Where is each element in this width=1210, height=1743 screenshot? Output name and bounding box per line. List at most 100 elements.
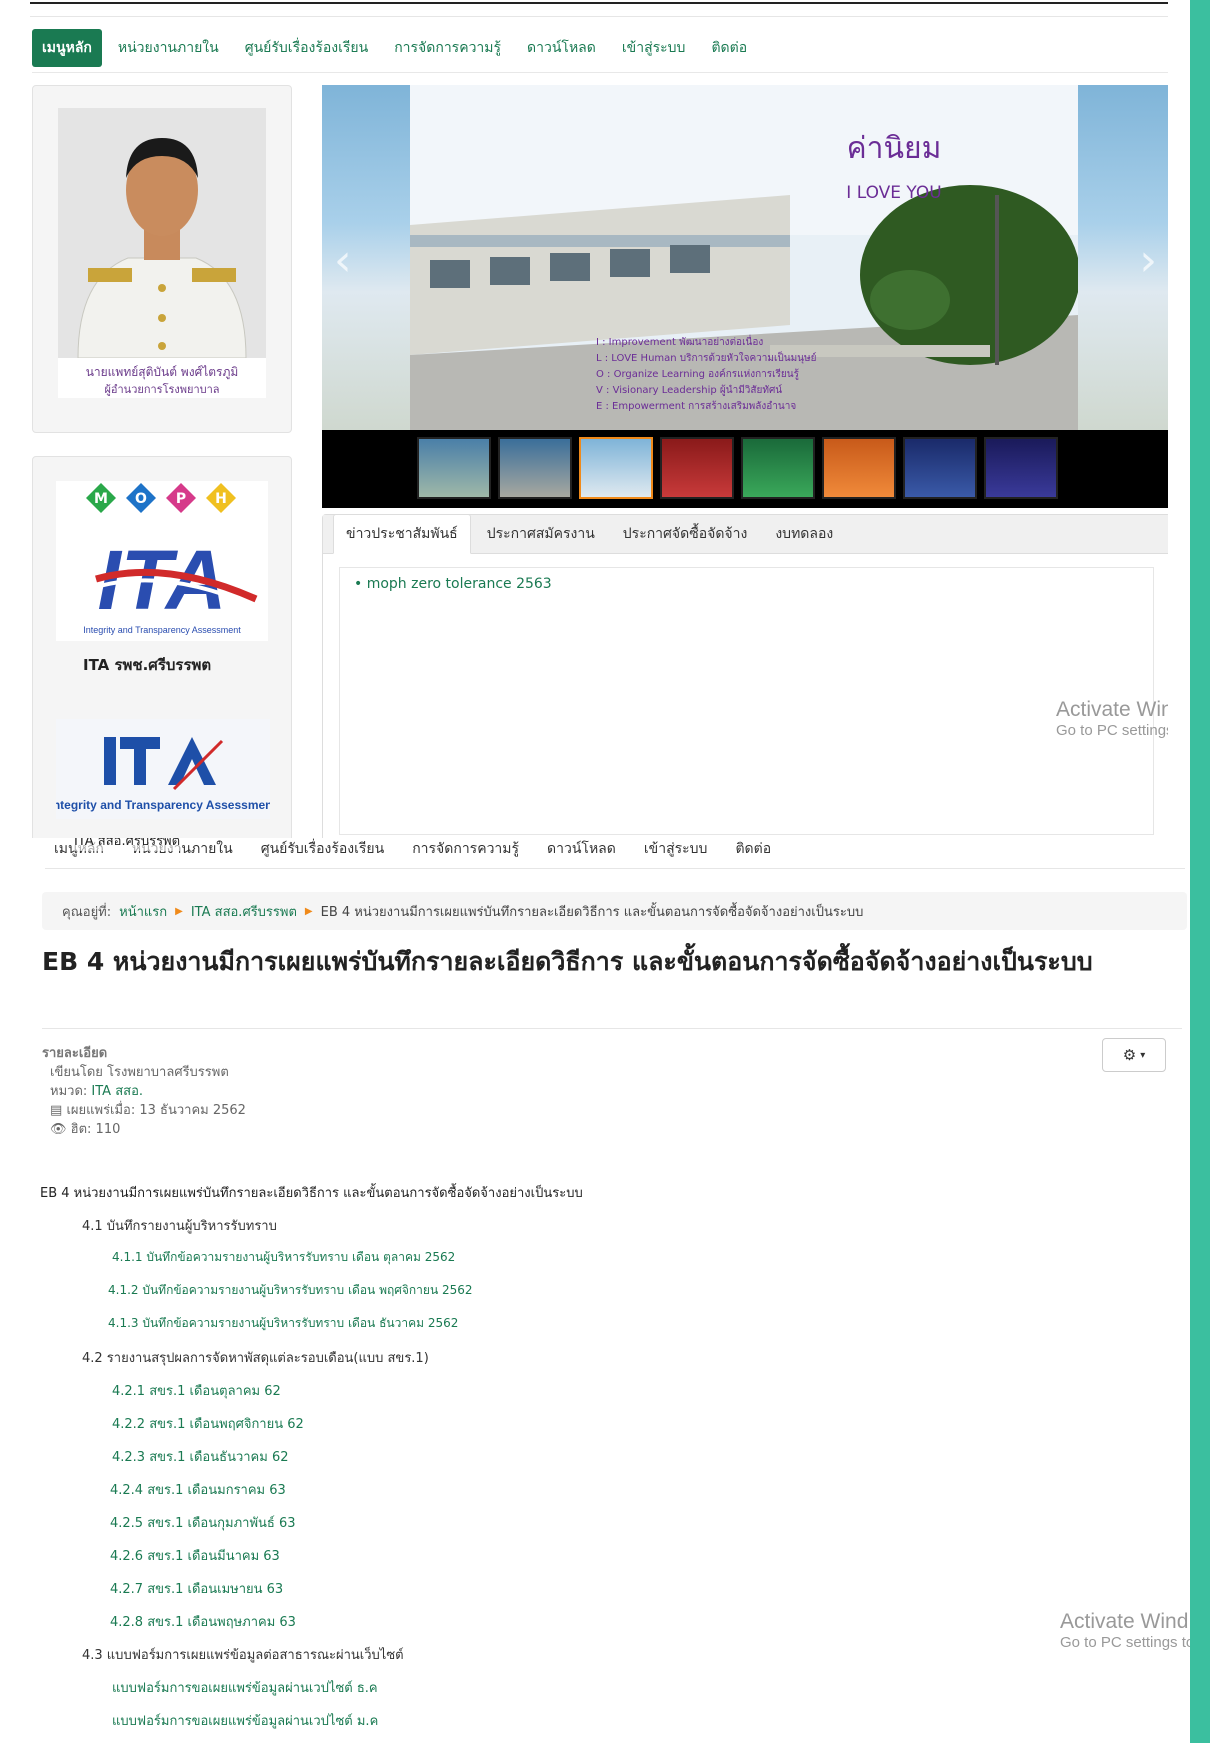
nav-item-download[interactable]: ดาวน์โหลด bbox=[517, 29, 606, 67]
article-page-section: เมนูหลัก หน่วยงานภายใน ศูนย์รับเรื่องร้อ… bbox=[10, 838, 1190, 1743]
outline-link[interactable]: 4.2.8 สขร.1 เดือนพฤษภาคม 63 bbox=[110, 1611, 296, 1632]
news-list-item[interactable]: • moph zero tolerance 2563 bbox=[354, 576, 552, 592]
nav-item-knowledge[interactable]: การจัดการความรู้ bbox=[384, 29, 511, 67]
outline-link[interactable]: 4.2.7 สขร.1 เดือนเมษายน 63 bbox=[110, 1578, 283, 1599]
outline-link[interactable]: แบบฟอร์มการขอเผยแพร่ข้อมูลผ่านเวปไซต์ ธ.… bbox=[112, 1677, 378, 1698]
carousel-thumbnail[interactable] bbox=[741, 437, 815, 499]
nav-item-complaints[interactable]: ศูนย์รับเรื่องร้องเรียน bbox=[235, 29, 378, 67]
ita-rpc-label[interactable]: ITA รพช.ศรีบรรพต bbox=[83, 653, 211, 677]
nav-item-login[interactable]: เข้าสู่ระบบ bbox=[612, 29, 696, 67]
published-line: ▤ เผยแพร่เมื่อ: 13 ธันวาคม 2562 bbox=[42, 1101, 246, 1120]
director-panel: นายแพทย์สุติบันต์ พงศ์ไตรภูมิ ผู้อำนวยกา… bbox=[32, 85, 292, 433]
core-value-v: V : Visionary Leadership ผู้นำมีวิสัยทัศ… bbox=[596, 385, 783, 396]
breadcrumb-category[interactable]: ITA สสอ.ศรีบรรพต bbox=[191, 901, 297, 922]
author-line: เขียนโดย โรงพยาบาลศรีบรรพต bbox=[50, 1065, 229, 1080]
carousel-thumbnail-active[interactable] bbox=[579, 437, 653, 499]
ita-tagline-1: Integrity and Transparency Assessment bbox=[83, 625, 241, 635]
chevron-right-icon[interactable]: › bbox=[1139, 235, 1157, 286]
nav2-item-login[interactable]: เข้าสู่ระบบ bbox=[644, 838, 708, 860]
breadcrumb-label: คุณอยู่ที่: bbox=[62, 904, 112, 920]
outline-section-4-3: 4.3 แบบฟอร์มการเผยแพร่ข้อมูลต่อสาธารณะผ่… bbox=[82, 1648, 404, 1663]
activate-windows-watermark: Activate Wind Go to PC settings to bbox=[1060, 1610, 1190, 1651]
breadcrumb-arrow-icon: ▶ bbox=[175, 905, 183, 917]
breadcrumb: คุณอยู่ที่: หน้าแรก ▶ ITA สสอ.ศรีบรรพต ▶… bbox=[42, 892, 1187, 930]
category-line: หมวด: ITA สสอ. bbox=[42, 1082, 246, 1101]
news-link[interactable]: moph zero tolerance 2563 bbox=[367, 576, 552, 592]
outline-link[interactable]: 4.2.5 สขร.1 เดือนกุมภาพันธ์ 63 bbox=[110, 1512, 296, 1533]
director-title: ผู้อำนวยการโรงพยาบาล bbox=[104, 383, 220, 396]
calendar-icon: ▤ bbox=[50, 1103, 63, 1118]
moph-letter-p: P bbox=[176, 491, 186, 507]
moph-ita-logo-image: M O P H ITA Integrity and Transparency A… bbox=[83, 483, 258, 635]
ita-links-panel: M O P H ITA Integrity and Transparency A… bbox=[32, 456, 292, 838]
ita-tagline-2: Integrity and Transparency Assessment bbox=[56, 798, 270, 812]
watermark-line1: Activate Wind bbox=[1060, 1610, 1189, 1633]
outline-link[interactable]: 4.2.6 สขร.1 เดือนมีนาคม 63 bbox=[110, 1545, 280, 1566]
breadcrumb-current: EB 4 หน่วยงานมีการเผยแพร่บันทึกรายละเอีย… bbox=[320, 904, 864, 920]
eye-icon: 👁 bbox=[50, 1122, 67, 1137]
moph-letter-m: M bbox=[94, 491, 108, 507]
chevron-left-icon[interactable]: ‹ bbox=[334, 235, 352, 286]
core-value-o: O : Organize Learning องค์กรแห่งการเรียน… bbox=[596, 369, 799, 380]
activate-windows-watermark: Activate Wind Go to PC settings to bbox=[1056, 698, 1168, 739]
nav-item-main-menu[interactable]: เมนูหลัก bbox=[32, 29, 102, 67]
moph-letter-h: H bbox=[215, 491, 227, 507]
page-title: EB 4 หน่วยงานมีการเผยแพร่บันทึกรายละเอีย… bbox=[42, 947, 1093, 976]
carousel-thumbnail[interactable] bbox=[498, 437, 572, 499]
nav2-item-knowledge[interactable]: การจัดการความรู้ bbox=[412, 838, 519, 860]
tab-procurement[interactable]: ประกาศจัดซื้อจัดจ้าง bbox=[611, 515, 760, 553]
carousel-active-slide: ค่านิยม I LOVE YOU I : Improvement พัฒนา… bbox=[410, 85, 1078, 430]
nav-item-internal-units[interactable]: หน่วยงานภายใน bbox=[108, 29, 229, 67]
ita-rpc-logo-link[interactable]: M O P H ITA Integrity and Transparency A… bbox=[56, 481, 268, 641]
details-label: รายละเอียด bbox=[42, 1046, 108, 1061]
carousel-thumbnail[interactable] bbox=[822, 437, 896, 499]
watermark-line1: Activate Wind bbox=[1056, 698, 1168, 721]
slide-subtitle: I LOVE YOU bbox=[846, 183, 942, 203]
carousel-thumbnails bbox=[417, 437, 1058, 499]
outline-link[interactable]: 4.2.4 สขร.1 เดือนมกราคม 63 bbox=[110, 1479, 286, 1500]
home-page-section: เมนูหลัก หน่วยงานภายใน ศูนย์รับเรื่องร้อ… bbox=[10, 0, 1168, 838]
slide-title: ค่านิยม bbox=[846, 131, 942, 166]
hits-line: 👁 ฮิต: 110 bbox=[42, 1120, 246, 1139]
hits-count: ฮิต: 110 bbox=[70, 1122, 121, 1137]
nav2-item-contact[interactable]: ติดต่อ bbox=[735, 838, 771, 860]
outline-link[interactable]: 4.2.1 สขร.1 เดือนตุลาคม 62 bbox=[112, 1380, 281, 1401]
outline-link[interactable]: 4.1.2 บันทึกข้อความรายงานผู้บริหารรับทรา… bbox=[108, 1281, 473, 1300]
ita-sso-logo-link[interactable]: Integrity and Transparency Assessment bbox=[50, 719, 276, 819]
carousel-thumbnail[interactable] bbox=[984, 437, 1058, 499]
outline-link[interactable]: แบบฟอร์มการขอเผยแพร่ข้อมูลผ่านเวปไซต์ ม.… bbox=[112, 1710, 378, 1731]
overlap-ita-label: ITA สสอ.ศรีบรรพต bbox=[74, 838, 181, 851]
category-link[interactable]: ITA สสอ. bbox=[91, 1084, 143, 1099]
outline-link[interactable]: 4.2.2 สขร.1 เดือนพฤศจิกายน 62 bbox=[112, 1413, 304, 1434]
outline-heading: EB 4 หน่วยงานมีการเผยแพร่บันทึกรายละเอีย… bbox=[40, 1186, 583, 1201]
nav-divider bbox=[32, 72, 1168, 73]
top-divider bbox=[30, 16, 1168, 17]
nav2-item-download[interactable]: ดาวน์โหลด bbox=[547, 838, 616, 860]
carousel-thumbnail[interactable] bbox=[903, 437, 977, 499]
gear-icon: ⚙ bbox=[1122, 1046, 1137, 1064]
nav2-divider bbox=[45, 868, 1185, 869]
core-values-list: I : Improvement พัฒนาอย่างต่อเนื่อง L : … bbox=[596, 335, 816, 415]
carousel-thumbnail[interactable] bbox=[660, 437, 734, 499]
outline-section-4-1: 4.1 บันทึกรายงานผู้บริหารรับทราบ bbox=[82, 1219, 277, 1234]
core-value-i: I : Improvement พัฒนาอย่างต่อเนื่อง bbox=[596, 337, 764, 348]
outline-link[interactable]: 4.1.1 บันทึกข้อความรายงานผู้บริหารรับทรา… bbox=[112, 1248, 455, 1267]
published-date: เผยแพร่เมื่อ: 13 ธันวาคม 2562 bbox=[66, 1103, 246, 1118]
watermark-line2: Go to PC settings to bbox=[1056, 722, 1168, 739]
tab-public-relations[interactable]: ข่าวประชาสัมพันธ์ bbox=[333, 514, 471, 554]
top-border bbox=[30, 2, 1168, 4]
nav-item-contact[interactable]: ติดต่อ bbox=[701, 29, 757, 67]
carousel-thumbnail[interactable] bbox=[417, 437, 491, 499]
nav2-item-complaints[interactable]: ศูนย์รับเรื่องร้องเรียน bbox=[261, 838, 384, 860]
title-divider bbox=[42, 1028, 1182, 1029]
news-tab-content: • moph zero tolerance 2563 bbox=[339, 567, 1154, 835]
article-tools-button[interactable]: ⚙ ▾ bbox=[1102, 1038, 1166, 1072]
tab-job-announcements[interactable]: ประกาศสมัครงาน bbox=[475, 515, 607, 553]
outline-section-4-2: 4.2 รายงานสรุปผลการจัดหาพัสดุแต่ละรอบเดื… bbox=[82, 1351, 429, 1366]
outline-link[interactable]: 4.1.3 บันทึกข้อความรายงานผู้บริหารรับทรา… bbox=[108, 1314, 458, 1333]
breadcrumb-home[interactable]: หน้าแรก bbox=[119, 901, 167, 922]
news-tab-bar: ข่าวประชาสัมพันธ์ ประกาศสมัครงาน ประกาศจ… bbox=[323, 514, 1168, 554]
tab-trial-balance[interactable]: งบทดลอง bbox=[763, 515, 845, 553]
ita-logo-image: Integrity and Transparency Assessment bbox=[50, 719, 276, 819]
outline-link[interactable]: 4.2.3 สขร.1 เดือนธันวาคม 62 bbox=[112, 1446, 289, 1467]
